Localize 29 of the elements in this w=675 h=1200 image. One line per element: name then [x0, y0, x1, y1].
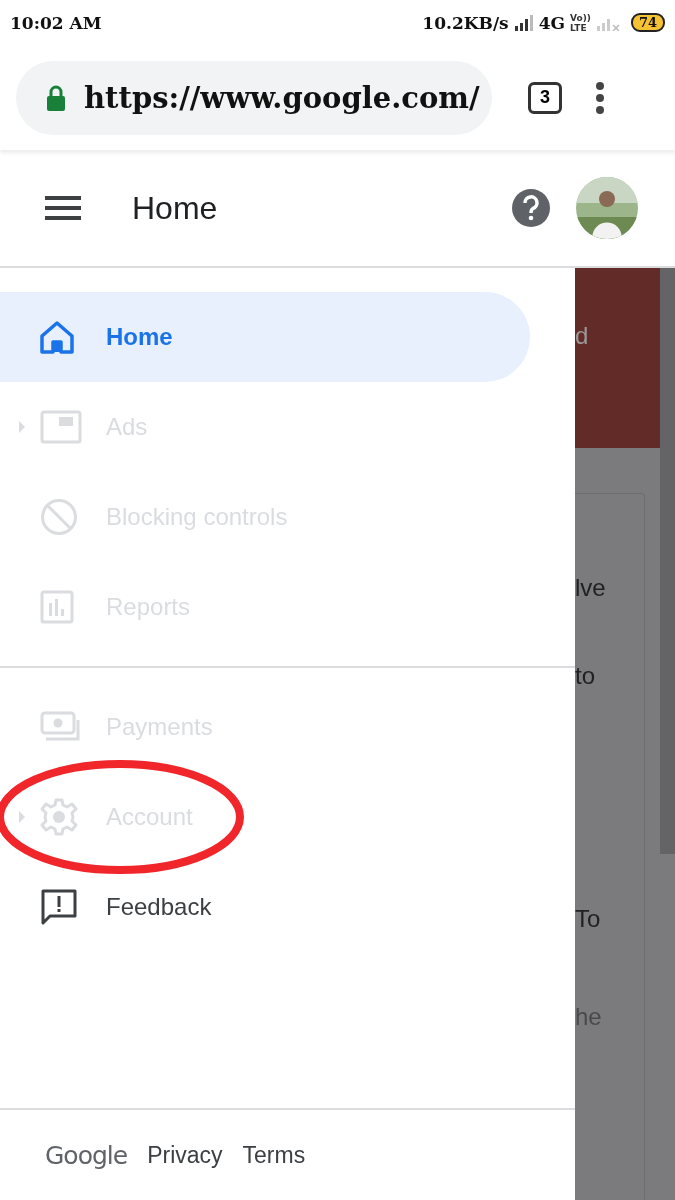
- lock-icon: [46, 84, 66, 111]
- menu-item[interactable]: Feedback: [0, 862, 530, 952]
- text-fragment: to: [575, 662, 596, 690]
- text-fragment: lve: [575, 574, 607, 602]
- signal-icon: [513, 14, 534, 31]
- address-bar[interactable]: https://www.google.com/: [16, 60, 492, 135]
- menu-item[interactable]: Home: [0, 292, 530, 382]
- google-logo: Google: [45, 1140, 128, 1170]
- text-fragment: To: [575, 905, 602, 933]
- tab-count-button[interactable]: 3: [528, 81, 562, 114]
- money-icon: [40, 711, 80, 743]
- home-icon: [40, 320, 74, 354]
- gear-icon: [40, 798, 78, 836]
- text-fragment: d: [575, 322, 589, 350]
- footer-link[interactable]: Privacy: [147, 1141, 223, 1169]
- bar-chart-icon: [40, 590, 74, 624]
- help-icon[interactable]: [511, 188, 551, 228]
- battery-indicator: 74: [630, 13, 665, 32]
- ad-frame-icon: [40, 410, 82, 444]
- more-menu-icon[interactable]: [594, 81, 606, 114]
- menu-icon[interactable]: [45, 195, 81, 221]
- volte-label: Vo)) LTE: [570, 12, 591, 33]
- block-icon: [40, 498, 78, 536]
- page-title: Home: [132, 189, 219, 227]
- network-type: 4G: [538, 12, 565, 33]
- clock: 10:02 AM: [10, 12, 102, 33]
- network-speed: 10.2KB/s: [422, 12, 509, 33]
- footer-link[interactable]: Terms: [242, 1141, 306, 1169]
- feedback-icon: [40, 888, 78, 926]
